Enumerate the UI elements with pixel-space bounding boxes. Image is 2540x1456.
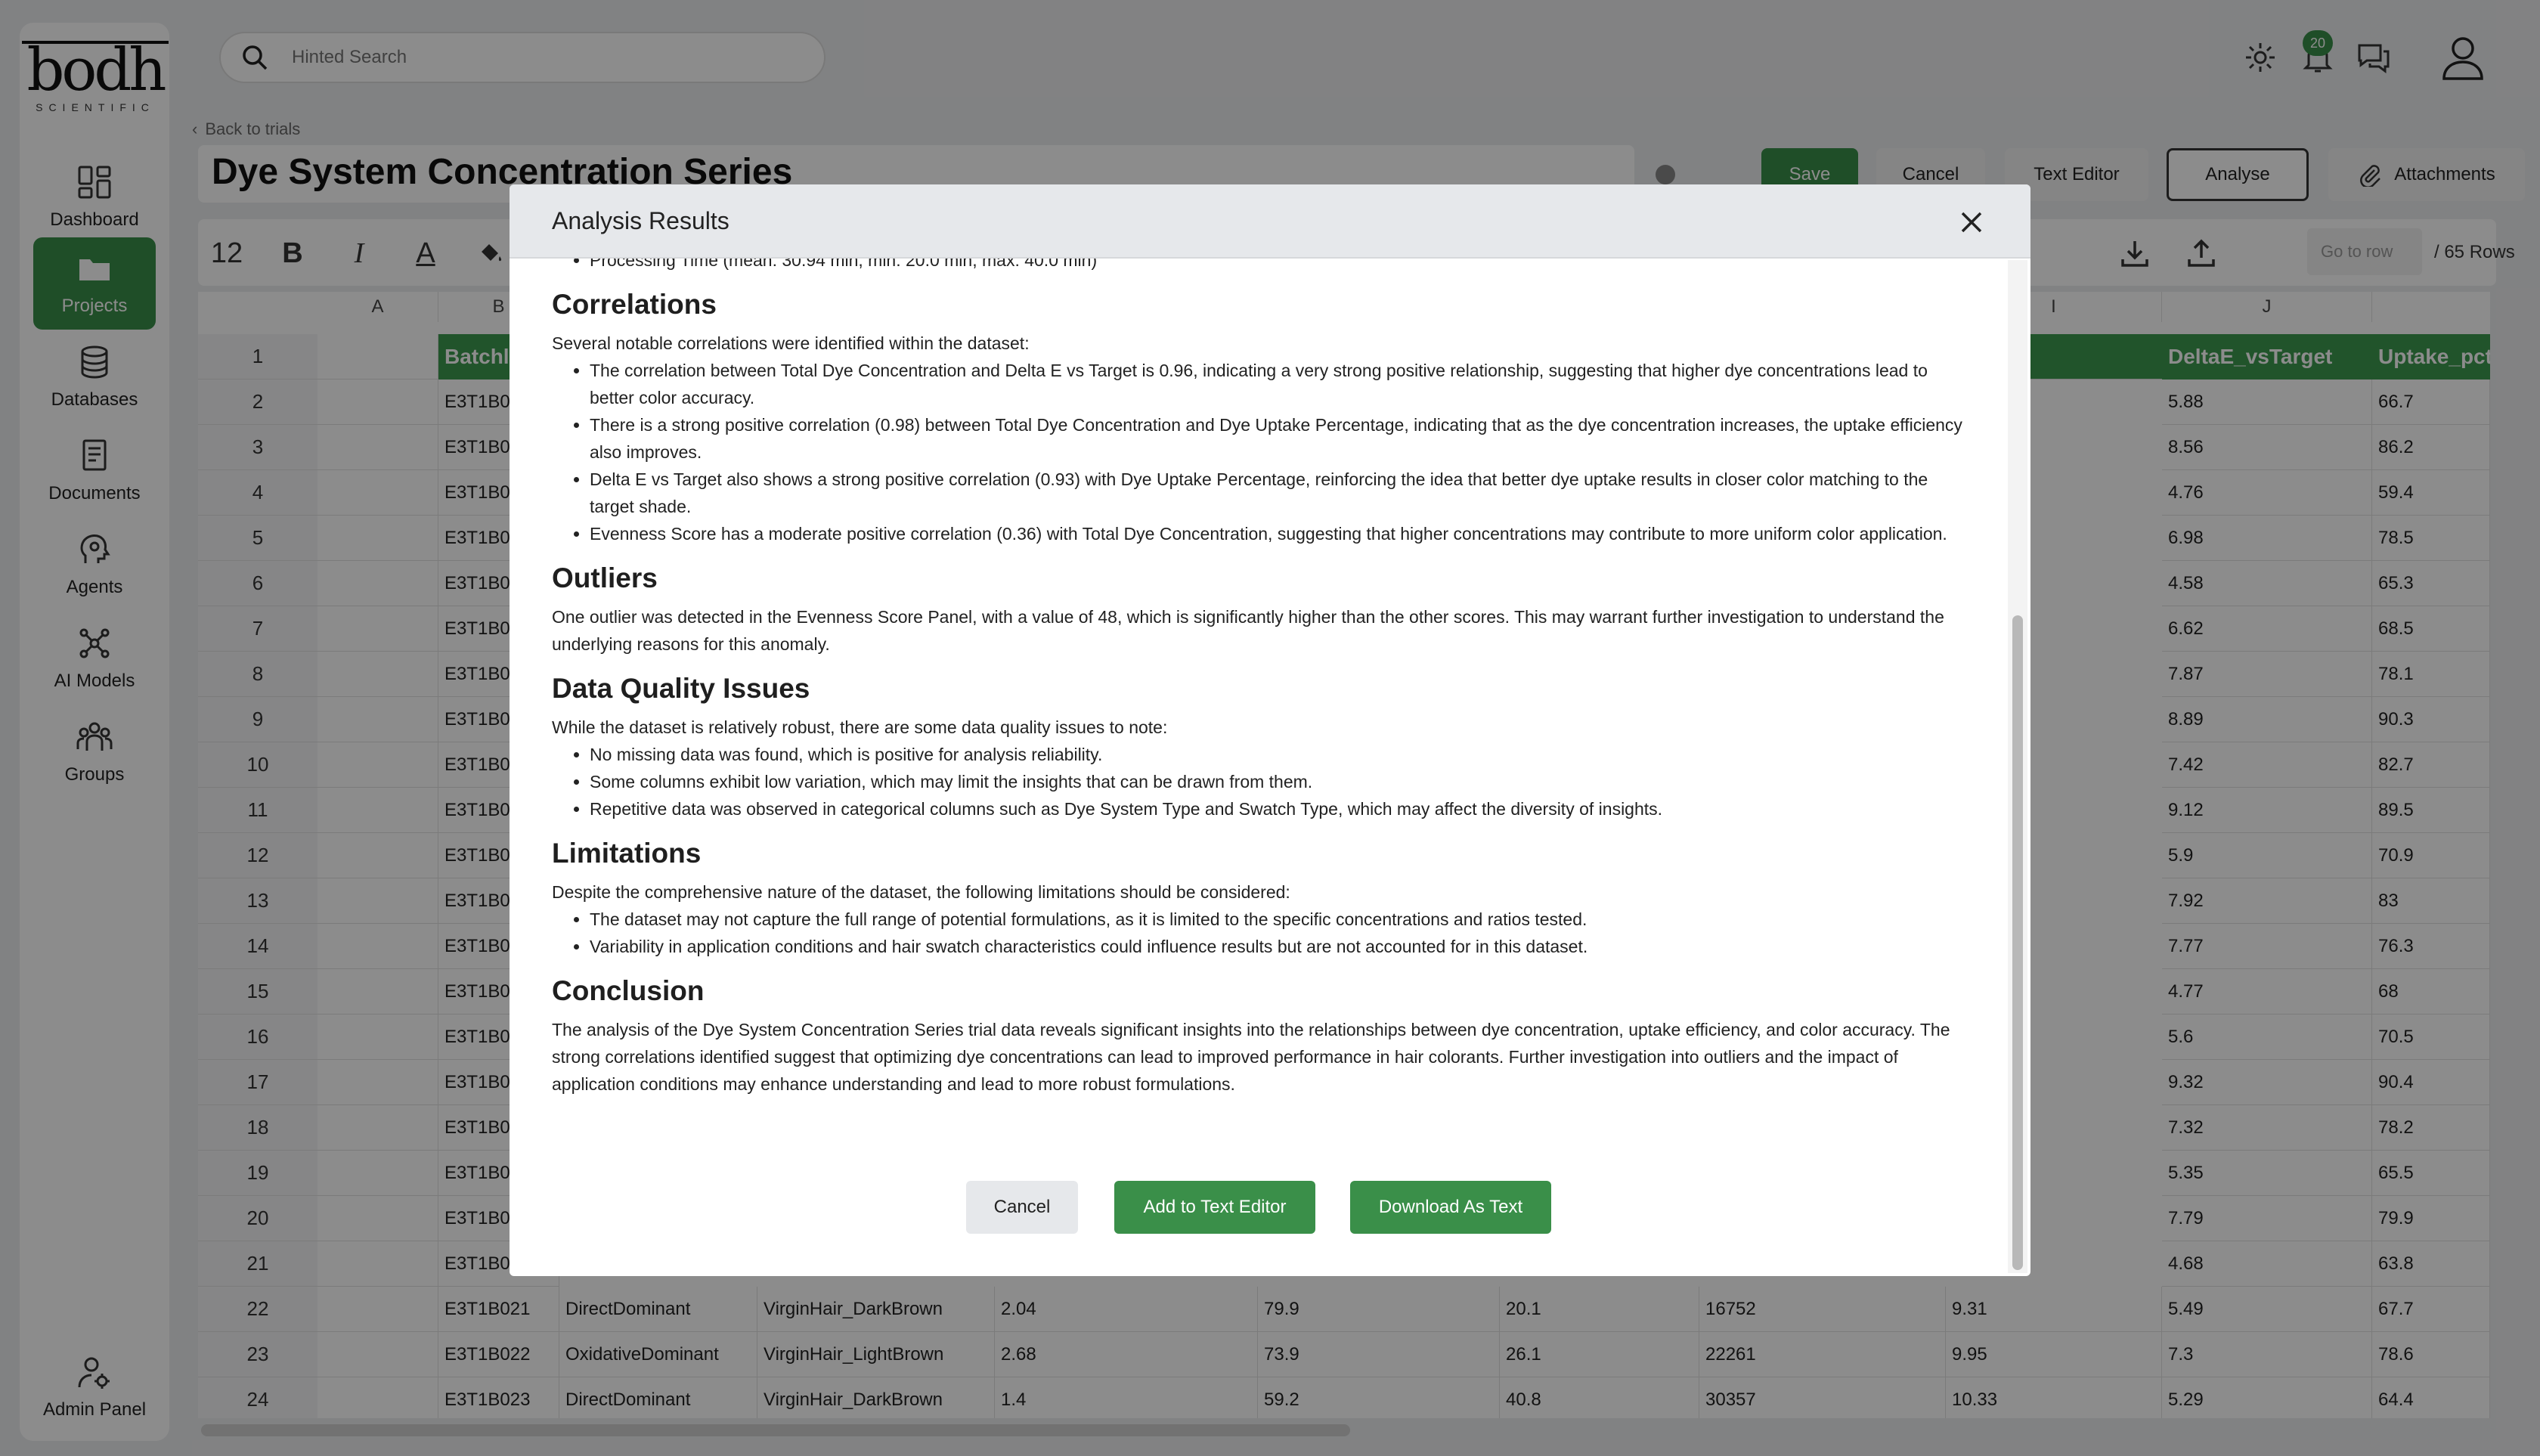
section-heading-limitations: Limitations: [552, 838, 702, 869]
add-to-text-editor-button[interactable]: Add to Text Editor: [1114, 1181, 1315, 1234]
modal-cancel-button[interactable]: Cancel: [966, 1181, 1078, 1234]
list-item: Variability in application conditions an…: [590, 933, 1973, 960]
download-as-text-button[interactable]: Download As Text: [1350, 1181, 1551, 1234]
list-item: Delta E vs Target also shows a strong po…: [590, 466, 1973, 520]
list-item: Repetitive data was observed in categori…: [590, 795, 1973, 822]
quality-intro: While the dataset is relatively robust, …: [552, 717, 1168, 737]
section-heading-correlations: Correlations: [552, 289, 717, 320]
limitations-intro: Despite the comprehensive nature of the …: [552, 882, 1290, 902]
partial-list-item: Processing Time (mean: 30.94 min, min: 2…: [590, 259, 1973, 274]
section-heading-data-quality: Data Quality Issues: [552, 673, 810, 704]
list-item: The dataset may not capture the full ran…: [590, 906, 1973, 933]
list-item: There is a strong positive correlation (…: [590, 411, 1973, 466]
modal-scroll-thumb[interactable]: [2012, 615, 2023, 1270]
analysis-results-modal: Analysis Results Processing Time (mean: …: [510, 184, 2030, 1276]
close-icon[interactable]: [1952, 203, 1991, 242]
list-item: Evenness Score has a moderate positive c…: [590, 520, 1973, 547]
list-item: The correlation between Total Dye Concen…: [590, 357, 1973, 411]
section-heading-outliers: Outliers: [552, 562, 658, 593]
conclusion-text: The analysis of the Dye System Concentra…: [552, 1020, 1950, 1094]
list-item: Some columns exhibit low variation, whic…: [590, 768, 1973, 795]
modal-header: Analysis Results: [510, 184, 2030, 259]
modal-title: Analysis Results: [552, 206, 729, 234]
correlations-intro: Several notable correlations were identi…: [552, 333, 1030, 353]
list-item: No missing data was found, which is posi…: [590, 741, 1973, 768]
section-heading-conclusion: Conclusion: [552, 975, 705, 1006]
modal-body: Processing Time (mean: 30.94 min, min: 2…: [552, 259, 1973, 1276]
outliers-text: One outlier was detected in the Evenness…: [552, 607, 1944, 654]
